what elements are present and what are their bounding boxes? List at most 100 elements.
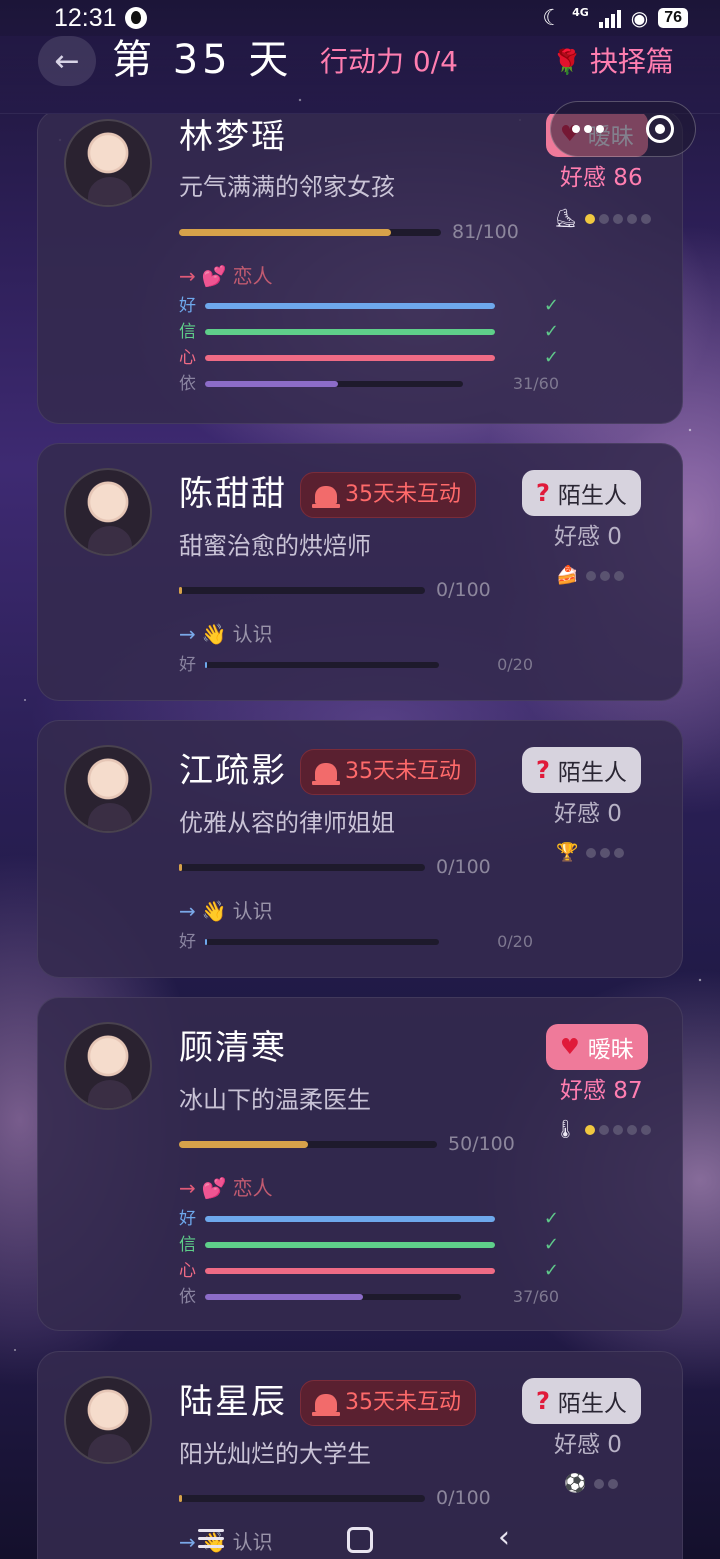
miniprogram-capsule <box>550 101 696 157</box>
stat-fill <box>205 329 495 335</box>
question-icon: ? <box>536 756 550 784</box>
relationship-goal: → 👋 认识 <box>179 621 273 647</box>
chapter-label: 抉择篇 <box>589 45 674 78</box>
question-icon: ? <box>536 479 550 507</box>
item-dots: 🍰 <box>556 565 625 586</box>
affection-progress-bar <box>179 229 441 236</box>
affection-progress-text: 0/100 <box>436 579 491 601</box>
stat-good: 好 0/20 <box>179 654 533 676</box>
relationship-badge: ♥ 暧昧 <box>546 1024 648 1070</box>
relationship-badge: ? 陌生人 <box>522 1378 641 1424</box>
affection-progress-fill <box>179 1495 182 1502</box>
close-icon[interactable] <box>646 115 674 143</box>
heart-icon: ♥ <box>560 1034 580 1060</box>
avatar <box>64 1376 152 1464</box>
stat-count: 31/60 <box>512 374 559 393</box>
affection-progress-bar <box>179 587 425 594</box>
affection-progress-fill <box>179 229 392 236</box>
hearts-icon: 💕 <box>201 1176 227 1200</box>
check-icon: ✓ <box>543 1208 559 1229</box>
siren-icon <box>312 1394 340 1416</box>
badge-label: 暧昧 <box>587 1037 634 1063</box>
moon-icon: ☾ <box>542 5 563 31</box>
home-icon[interactable] <box>347 1527 373 1553</box>
arrow-right-icon: → <box>179 899 196 923</box>
arrow-left-icon: ← <box>54 43 80 79</box>
stat-trust: 信 ✓ <box>179 321 559 343</box>
waving-hand-icon: 👋 <box>201 899 227 923</box>
network-type: 4G <box>572 5 589 19</box>
item-dots: ⛸ <box>554 209 651 229</box>
back-icon[interactable]: ‹ <box>498 1523 510 1553</box>
item-dots: 🌡 <box>554 1120 651 1140</box>
stat-label: 心 <box>179 348 196 368</box>
stat-track <box>205 1294 461 1300</box>
day-title: 第 35 天 <box>112 37 293 83</box>
affection-value: 好感 87 <box>560 1078 643 1104</box>
item-dots: 🏆 <box>556 843 625 863</box>
soccer-ball-icon: ⚽ <box>564 1473 587 1494</box>
affection-progress-text: 0/100 <box>436 856 491 878</box>
stat-track <box>205 355 495 361</box>
affection-progress-bar <box>179 1495 425 1502</box>
character-subtitle: 甜蜜治愈的烘焙师 <box>179 532 371 560</box>
question-icon: ? <box>536 1387 550 1415</box>
stat-label: 依 <box>179 1287 196 1307</box>
more-icon[interactable] <box>572 125 604 133</box>
badge-label: 陌生人 <box>557 760 627 786</box>
affection-progress-text: 81/100 <box>452 221 519 243</box>
character-card[interactable]: 江疏影 35天未互动 优雅从容的律师姐姐 0/100 → 👋 认识 好 0/20… <box>37 720 683 978</box>
menu-icon[interactable] <box>198 1529 224 1549</box>
character-card[interactable]: 林梦瑶 元气满满的邻家女孩 81/100 → 💕 恋人 好 ✓ 信 ✓ 心 ✓ … <box>37 114 683 424</box>
ice-skate-icon: ⛸ <box>554 208 577 229</box>
check-icon: ✓ <box>543 295 559 316</box>
waving-hand-icon: 👋 <box>201 622 227 646</box>
stat-heart: 心 ✓ <box>179 1260 559 1282</box>
goal-label: 恋人 <box>232 264 273 288</box>
character-subtitle: 冰山下的温柔医生 <box>179 1086 371 1114</box>
relationship-goal: → 💕 恋人 <box>179 263 273 289</box>
inactivity-alert: 35天未互动 <box>300 1380 476 1426</box>
character-subtitle: 元气满满的邻家女孩 <box>179 173 395 201</box>
stat-fill <box>205 1268 495 1274</box>
cake-icon: 🍰 <box>556 565 579 586</box>
stat-track <box>205 939 439 945</box>
alert-label: 35天未互动 <box>345 482 461 507</box>
affection-progress-fill <box>179 1141 308 1148</box>
siren-icon <box>312 486 340 508</box>
goal-label: 认识 <box>232 899 273 923</box>
avatar <box>64 745 152 833</box>
arrow-right-icon: → <box>179 1176 196 1200</box>
stat-track <box>205 303 495 309</box>
character-subtitle: 阳光灿烂的大学生 <box>179 1440 371 1468</box>
back-button[interactable]: ← <box>38 36 96 86</box>
stat-track <box>205 329 495 335</box>
thermometer-icon: 🌡 <box>554 1119 577 1140</box>
affection-progress-fill <box>179 864 182 871</box>
affection-value: 好感 0 <box>554 1432 622 1458</box>
stat-fill <box>205 1242 495 1248</box>
stat-track <box>205 1242 495 1248</box>
item-dots: ⚽ <box>564 1473 619 1494</box>
affection-progress-bar <box>179 864 425 871</box>
affection-value: 好感 86 <box>560 165 643 191</box>
character-card[interactable]: 陈甜甜 35天未互动 甜蜜治愈的烘焙师 0/100 → 👋 认识 好 0/20 … <box>37 443 683 701</box>
affection-progress-text: 0/100 <box>436 1487 491 1509</box>
stat-fill <box>205 939 207 945</box>
wifi-icon: ◉ <box>630 6 649 30</box>
stat-label: 好 <box>179 655 196 675</box>
check-icon: ✓ <box>543 321 559 342</box>
stat-dependence: 依 37/60 <box>179 1286 559 1308</box>
character-list: 林梦瑶 元气满满的邻家女孩 81/100 → 💕 恋人 好 ✓ 信 ✓ 心 ✓ … <box>0 114 720 1559</box>
inactivity-alert: 35天未互动 <box>300 472 476 518</box>
stat-dependence: 依 31/60 <box>179 373 559 395</box>
stat-track <box>205 1216 495 1222</box>
character-card[interactable]: 顾清寒 冰山下的温柔医生 50/100 → 💕 恋人 好 ✓ 信 ✓ 心 ✓ 依 <box>37 997 683 1331</box>
stat-fill <box>205 355 495 361</box>
stat-count: 0/20 <box>497 655 533 674</box>
stat-label: 依 <box>179 374 196 394</box>
stat-good: 好 ✓ <box>179 295 559 317</box>
status-bar: 12:31 ☾ 4G ◉ 76 <box>0 0 720 36</box>
stat-fill <box>205 1216 495 1222</box>
affection-value: 好感 0 <box>554 801 622 827</box>
